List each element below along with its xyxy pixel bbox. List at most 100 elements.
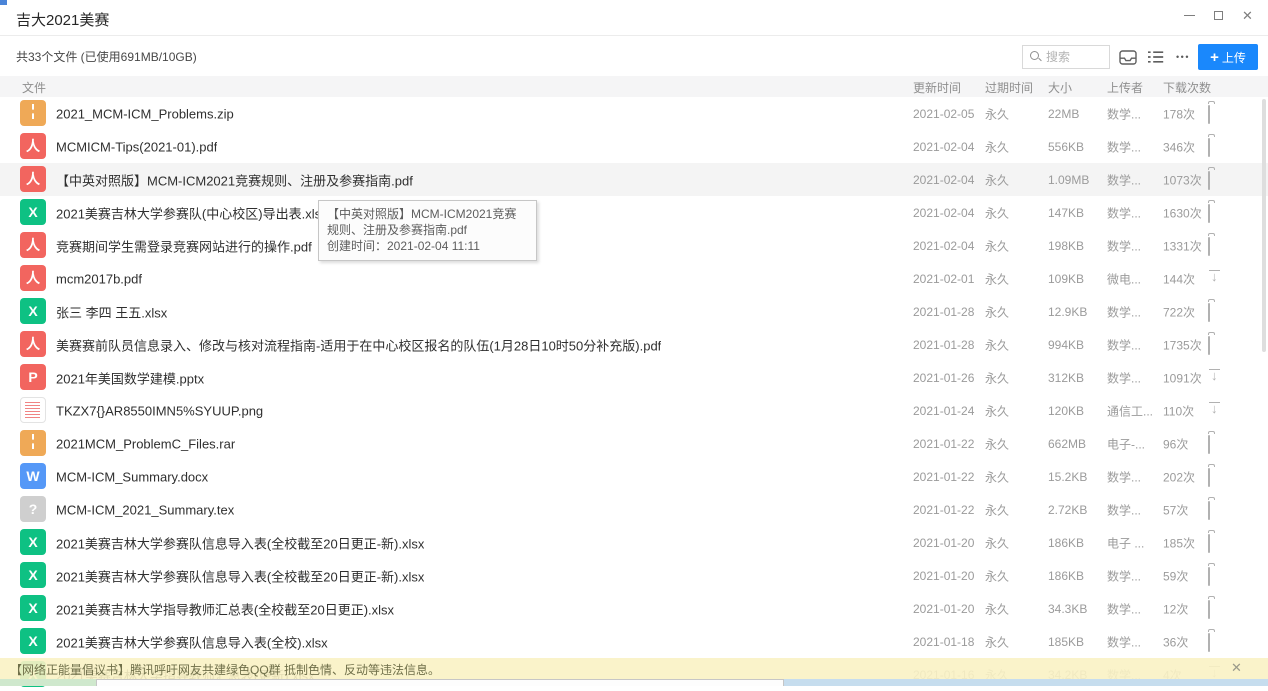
- table-row[interactable]: X2021美赛吉林大学参赛队(中心校区)导出表.xlsx2021-02-04永久…: [0, 196, 1268, 229]
- file-name[interactable]: 2021_MCM-ICM_Problems.zip: [56, 106, 234, 121]
- file-size: 1.09MB: [1048, 173, 1089, 187]
- file-name[interactable]: 【中英对照版】MCM-ICM2021竞赛规则、注册及参赛指南.pdf: [56, 170, 413, 189]
- xlsx-file-icon: X: [20, 595, 46, 621]
- save-to-folder-icon[interactable]: [1208, 139, 1226, 155]
- updated-time: 2021-01-22: [913, 503, 974, 517]
- file-size: 34.3KB: [1048, 602, 1087, 616]
- expire-time: 永久: [985, 237, 1009, 254]
- download-icon[interactable]: [1208, 403, 1226, 419]
- minimize-button[interactable]: [1175, 2, 1204, 28]
- download-count: 346次: [1163, 138, 1195, 155]
- toolbar: 共33个文件 (已使用691MB/10GB) ••• + 上传: [0, 37, 1268, 75]
- table-row[interactable]: 人MCMICM-Tips(2021-01).pdf2021-02-04永久556…: [0, 130, 1268, 163]
- download-count: 110次: [1163, 402, 1194, 419]
- save-to-folder-icon[interactable]: [1208, 304, 1226, 320]
- xlsx-file-icon: X: [20, 298, 46, 324]
- file-name[interactable]: 2021美赛吉林大学参赛队信息导入表(全校截至20日更正-新).xlsx: [56, 533, 424, 552]
- scrollbar[interactable]: [1262, 99, 1266, 352]
- file-name[interactable]: mcm2017b.pdf: [56, 271, 142, 286]
- file-name[interactable]: TKZX7{}AR8550IMN5%SYUUP.png: [56, 403, 263, 418]
- png-file-icon: [20, 397, 46, 423]
- save-to-folder-icon[interactable]: [1208, 205, 1226, 221]
- table-row[interactable]: X2021美赛吉林大学参赛队信息导入表(全校截至20日更正-新).xlsx202…: [0, 559, 1268, 592]
- download-icon[interactable]: [1208, 370, 1226, 386]
- search-box[interactable]: [1022, 45, 1110, 69]
- save-to-folder-icon[interactable]: [1208, 502, 1226, 518]
- updated-time: 2021-02-04: [913, 140, 974, 154]
- file-name[interactable]: MCM-ICM_Summary.docx: [56, 469, 208, 484]
- file-size: 556KB: [1048, 140, 1084, 154]
- file-name[interactable]: 2021美赛吉林大学参赛队信息导入表(全校截至20日更正-新).xlsx: [56, 566, 424, 585]
- tray-icon: [1119, 50, 1137, 65]
- close-button[interactable]: ✕: [1233, 2, 1262, 28]
- table-row[interactable]: P2021年美国数学建模.pptx2021-01-26永久312KB数学...1…: [0, 361, 1268, 394]
- table-row[interactable]: 人竞赛期间学生需登录竞赛网站进行的操作.pdf2021-02-04永久198KB…: [0, 229, 1268, 262]
- table-header: 文件 更新时间 过期时间 大小 上传者 下载次数: [0, 76, 1268, 97]
- file-name[interactable]: 张三 李四 王五.xlsx: [56, 302, 167, 321]
- more-options-button[interactable]: •••: [1171, 45, 1195, 69]
- table-row[interactable]: X2021美赛吉林大学参赛队信息导入表(全校).xlsx2021-01-18永久…: [0, 625, 1268, 658]
- table-row[interactable]: 2021_MCM-ICM_Problems.zip2021-02-05永久22M…: [0, 97, 1268, 130]
- table-row[interactable]: X2021美赛吉林大学指导教师汇总表(全校截至20日更正).xlsx2021-0…: [0, 592, 1268, 625]
- folder-icon: [1208, 600, 1210, 619]
- file-size: 662MB: [1048, 437, 1086, 451]
- save-to-folder-icon[interactable]: [1208, 106, 1226, 122]
- folder-icon: [1208, 534, 1210, 553]
- plus-icon: +: [1210, 50, 1219, 65]
- uploader: 数学...: [1107, 138, 1159, 155]
- save-to-folder-icon[interactable]: [1208, 634, 1226, 650]
- tooltip-file-name: 【中英对照版】MCM-ICM2021竞赛规则、注册及参赛指南.pdf: [327, 207, 516, 237]
- save-to-folder-icon[interactable]: [1208, 238, 1226, 254]
- download-count: 1331次: [1163, 237, 1202, 254]
- download-manager-button[interactable]: [1116, 45, 1140, 69]
- download-count: 1630次: [1163, 204, 1202, 221]
- save-to-folder-icon[interactable]: [1208, 436, 1226, 452]
- file-name[interactable]: 2021MCM_ProblemC_Files.rar: [56, 436, 235, 451]
- save-to-folder-icon[interactable]: [1208, 337, 1226, 353]
- window-controls: ✕: [1175, 0, 1262, 30]
- file-size: 186KB: [1048, 569, 1084, 583]
- table-row[interactable]: WMCM-ICM_Summary.docx2021-01-22永久15.2KB数…: [0, 460, 1268, 493]
- save-to-folder-icon[interactable]: [1208, 172, 1226, 188]
- pdf-file-icon: 人: [20, 331, 46, 357]
- table-row[interactable]: TKZX7{}AR8550IMN5%SYUUP.png2021-01-24永久1…: [0, 394, 1268, 427]
- table-row[interactable]: 人美赛赛前队员信息录入、修改与核对流程指南-适用于在中心校区报名的队伍(1月28…: [0, 328, 1268, 361]
- uploader: 数学...: [1107, 501, 1159, 518]
- file-name[interactable]: 竞赛期间学生需登录竞赛网站进行的操作.pdf: [56, 236, 312, 255]
- background-strip-left: [0, 679, 96, 686]
- folder-icon: [1208, 138, 1210, 157]
- table-row[interactable]: ?MCM-ICM_2021_Summary.tex2021-01-22永久2.7…: [0, 493, 1268, 526]
- table-row[interactable]: X张三 李四 王五.xlsx2021-01-28永久12.9KB数学...722…: [0, 295, 1268, 328]
- upload-button[interactable]: + 上传: [1198, 44, 1258, 70]
- file-name[interactable]: 2021美赛吉林大学参赛队(中心校区)导出表.xlsx: [56, 203, 328, 222]
- folder-icon: [1208, 501, 1210, 520]
- search-input[interactable]: [1046, 50, 1101, 64]
- save-to-folder-icon[interactable]: [1208, 535, 1226, 551]
- save-to-folder-icon[interactable]: [1208, 568, 1226, 584]
- folder-icon: [1208, 303, 1210, 322]
- restore-button[interactable]: [1204, 2, 1233, 28]
- xlsx-file-icon: X: [20, 628, 46, 654]
- expire-time: 永久: [985, 270, 1009, 287]
- file-name[interactable]: MCM-ICM_2021_Summary.tex: [56, 502, 234, 517]
- download-count: 185次: [1163, 534, 1195, 551]
- download-count: 722次: [1163, 303, 1195, 320]
- uploader: 数学...: [1107, 204, 1159, 221]
- table-row[interactable]: 2021MCM_ProblemC_Files.rar2021-01-22永久66…: [0, 427, 1268, 460]
- file-name[interactable]: 美赛赛前队员信息录入、修改与核对流程指南-适用于在中心校区报名的队伍(1月28日…: [56, 335, 661, 354]
- download-icon[interactable]: [1208, 271, 1226, 287]
- file-name[interactable]: 2021美赛吉林大学指导教师汇总表(全校截至20日更正).xlsx: [56, 599, 394, 618]
- banner-close-icon[interactable]: ✕: [1231, 660, 1242, 676]
- save-to-folder-icon[interactable]: [1208, 469, 1226, 485]
- save-to-folder-icon[interactable]: [1208, 601, 1226, 617]
- uploader: 微电...: [1107, 270, 1159, 287]
- uploader: 数学...: [1107, 600, 1159, 617]
- file-name[interactable]: 2021美赛吉林大学参赛队信息导入表(全校).xlsx: [56, 632, 328, 651]
- table-row[interactable]: 人【中英对照版】MCM-ICM2021竞赛规则、注册及参赛指南.pdf2021-…: [0, 163, 1268, 196]
- table-row[interactable]: 人mcm2017b.pdf2021-02-01永久109KB微电...144次: [0, 262, 1268, 295]
- header-file: 文件: [22, 79, 46, 96]
- list-view-button[interactable]: [1143, 45, 1167, 69]
- file-name[interactable]: 2021年美国数学建模.pptx: [56, 368, 204, 387]
- file-name[interactable]: MCMICM-Tips(2021-01).pdf: [56, 139, 217, 154]
- table-row[interactable]: X2021美赛吉林大学参赛队信息导入表(全校截至20日更正-新).xlsx202…: [0, 526, 1268, 559]
